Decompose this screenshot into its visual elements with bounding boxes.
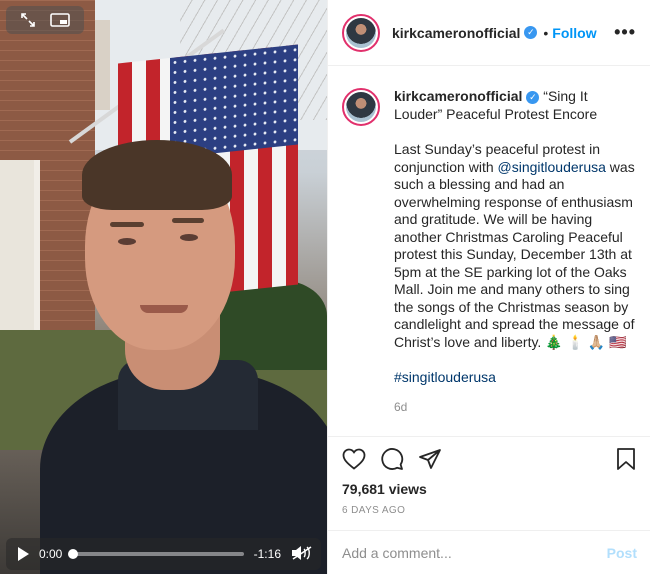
post-header: kirkcameronofficial ✓ • Follow ••• [328,0,650,66]
post-timestamp: 6 DAYS AGO [342,505,406,516]
video-controls-bar: 0:00 -1:16 [6,538,321,570]
seek-thumb[interactable] [68,549,79,559]
avatar-image [346,92,376,122]
mention-link[interactable]: @singitlouderusa [498,159,606,175]
video-player[interactable]: 0:00 -1:16 [0,0,327,574]
comment-input[interactable] [342,544,607,561]
verified-badge-icon: ✓ [524,26,538,39]
caption-avatar[interactable] [342,88,380,126]
flag-canton [170,44,298,158]
caption-text: Last Sunday’s peaceful protest in conjun… [394,141,636,351]
person-eye-right [180,234,198,241]
verified-badge-icon: ✓ [526,90,540,104]
view-count[interactable]: 79,681 views [328,481,650,497]
hashtag-link[interactable]: #singitlouderusa [394,369,636,387]
person-mouth [140,305,188,313]
post-button[interactable]: Post [607,545,637,561]
comment-bar: Post [328,530,650,574]
bookmark-icon[interactable] [615,447,637,471]
person-hair [82,140,232,210]
caption-text-part2: was such a blessing and had an overwhelm… [394,158,635,350]
caption-age: 6d [394,399,408,414]
actions-section: 79,681 views 6 DAYS AGO [328,436,650,516]
separator-dot: • [543,24,549,41]
person-eye-left [118,238,136,245]
remaining-time: -1:16 [253,547,281,561]
share-paper-plane-icon[interactable] [418,447,442,471]
caption-block: kirkcameronofficial ✓ “Sing It Louder” Pe… [328,66,650,416]
username-link[interactable]: kirkcameronofficial [392,25,520,41]
avatar[interactable] [342,13,380,52]
video-frame-window [0,160,40,330]
avatar-image [346,17,376,48]
video-top-controls [6,6,84,34]
muted-speaker-icon[interactable] [291,545,313,564]
follow-button[interactable]: Follow [552,25,596,41]
header-user-info: kirkcameronofficial ✓ • Follow [392,25,597,41]
play-icon[interactable] [18,547,29,561]
post-details-panel: kirkcameronofficial ✓ • Follow ••• kirkc… [327,0,650,574]
current-time: 0:00 [39,547,63,561]
caption-title: kirkcameronofficial ✓ “Sing It Louder” Pe… [394,88,636,123]
comment-bubble-icon[interactable] [380,447,404,471]
person-brow-left [110,222,144,227]
like-heart-icon[interactable] [342,448,366,470]
caption-username-link[interactable]: kirkcameronofficial [394,88,522,104]
more-options-icon[interactable]: ••• [614,22,636,43]
person-brow-right [172,218,204,223]
seek-bar[interactable] [68,549,244,559]
expand-icon[interactable] [20,12,36,28]
caption-body: kirkcameronofficial ✓ “Sing It Louder” Pe… [394,88,636,416]
action-buttons [328,437,650,481]
picture-in-picture-icon[interactable] [50,12,70,28]
